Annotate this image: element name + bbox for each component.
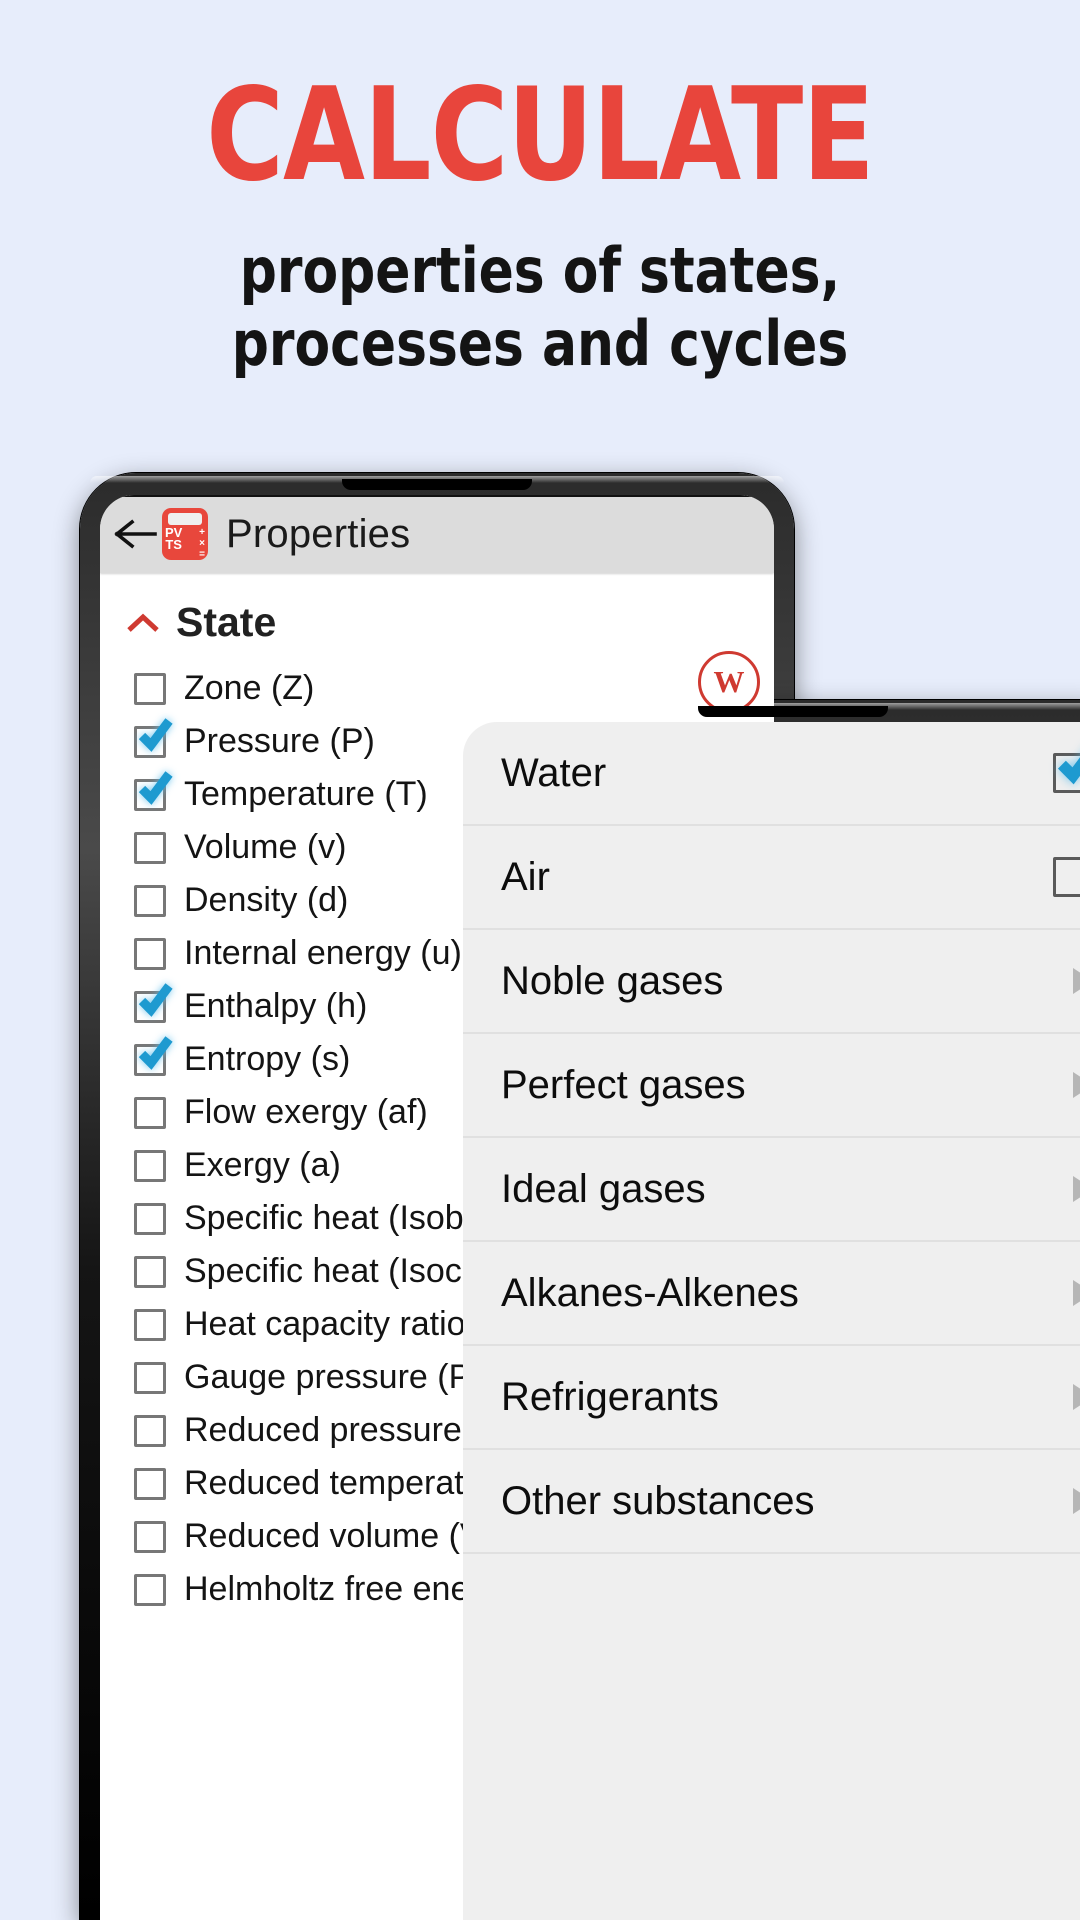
substance-checkbox[interactable] xyxy=(1053,753,1080,793)
chevron-right-icon[interactable] xyxy=(1073,1176,1080,1202)
back-arrow-icon[interactable] xyxy=(114,514,158,554)
phone-screen-substances: Water Air Noble gases Perfect gases Ideal ga… xyxy=(463,722,1080,1920)
property-label: Gauge pressure (Pm) xyxy=(184,1358,511,1396)
promo-subtitle-line1: properties of states, xyxy=(239,234,841,307)
property-checkbox[interactable] xyxy=(134,1414,166,1447)
property-label: Flow exergy (af) xyxy=(184,1093,428,1131)
calc-op-eq: = xyxy=(199,549,205,560)
substance-label: Air xyxy=(501,854,550,899)
substance-label: Alkanes-Alkenes xyxy=(501,1270,799,1315)
chevron-right-icon[interactable] xyxy=(1073,1384,1080,1410)
wikipedia-icon[interactable]: W xyxy=(698,651,760,713)
chevron-up-icon[interactable] xyxy=(126,612,160,634)
promo-header: CALCULATE properties of states, processe… xyxy=(0,0,1080,381)
phone-notch xyxy=(698,706,888,717)
substance-row[interactable]: Water xyxy=(463,722,1080,826)
chevron-right-icon[interactable] xyxy=(1073,1280,1080,1306)
chevron-right-icon[interactable] xyxy=(1073,968,1080,994)
checkmark-icon xyxy=(1057,757,1080,785)
property-checkbox[interactable] xyxy=(134,1149,166,1182)
checkmark-icon xyxy=(138,717,173,752)
chevron-right-icon[interactable] xyxy=(1073,1072,1080,1098)
property-checkbox[interactable] xyxy=(134,1096,166,1129)
property-checkbox[interactable] xyxy=(134,1573,166,1606)
checkmark-icon xyxy=(138,982,173,1017)
substance-label: Refrigerants xyxy=(501,1374,719,1419)
property-checkbox[interactable] xyxy=(134,717,178,758)
property-checkbox[interactable] xyxy=(134,672,166,705)
property-checkbox[interactable] xyxy=(134,884,166,917)
calculator-keys: PV TS + × = xyxy=(165,526,205,560)
property-checkbox[interactable] xyxy=(134,1035,178,1076)
substance-list: Water Air Noble gases Perfect gases Ideal ga… xyxy=(463,722,1080,1920)
appbar-top-rule xyxy=(100,495,774,497)
property-label: Internal energy (u) xyxy=(184,934,462,972)
calculator-ops: + × = xyxy=(199,527,205,560)
property-label: Reduced volume (Vr) xyxy=(184,1517,504,1555)
property-checkbox[interactable] xyxy=(134,982,178,1023)
section-header-state[interactable]: State xyxy=(100,573,774,662)
appbar-title: Properties xyxy=(226,511,411,556)
property-checkbox[interactable] xyxy=(134,937,166,970)
app-logo-calculator-icon: PV TS + × = xyxy=(162,508,208,560)
app-bar: PV TS + × = Properties xyxy=(100,495,774,573)
calculator-vars: PV TS xyxy=(165,526,182,560)
substance-checkbox[interactable] xyxy=(1053,857,1080,897)
property-label: Exergy (a) xyxy=(184,1146,341,1184)
section-title: State xyxy=(176,599,277,645)
property-checkbox[interactable] xyxy=(134,770,178,811)
substance-row[interactable]: Other substances xyxy=(463,1450,1080,1554)
property-label: Pressure (P) xyxy=(184,722,375,760)
property-label: Enthalpy (h) xyxy=(184,987,368,1025)
phone-mockup-front: Water Air Noble gases Perfect gases Ideal ga… xyxy=(443,700,1080,1920)
substance-label: Other substances xyxy=(501,1478,815,1523)
property-label: Density (d) xyxy=(184,881,349,919)
property-checkbox[interactable] xyxy=(134,831,166,864)
calc-op-plus: + xyxy=(199,527,205,538)
promo-subtitle: properties of states, processes and cycl… xyxy=(38,200,1042,380)
substance-label: Water xyxy=(501,750,607,795)
substance-label: Perfect gases xyxy=(501,1062,746,1107)
substance-row[interactable]: Perfect gases xyxy=(463,1034,1080,1138)
calc-row2: TS xyxy=(165,537,182,552)
property-checkbox[interactable] xyxy=(134,1361,166,1394)
property-checkbox[interactable] xyxy=(134,1467,166,1500)
phone-notch xyxy=(342,479,532,490)
substance-row[interactable]: Air xyxy=(463,826,1080,930)
substance-row[interactable]: Noble gases xyxy=(463,930,1080,1034)
promo-subtitle-line2: processes and cycles xyxy=(231,307,849,381)
property-checkbox[interactable] xyxy=(134,1308,166,1341)
page-title: CALCULATE xyxy=(206,61,875,210)
chevron-right-icon[interactable] xyxy=(1073,1488,1080,1514)
calc-op-mult: × xyxy=(199,538,205,549)
property-row[interactable]: Zone (Z) xyxy=(134,662,774,715)
property-checkbox[interactable] xyxy=(134,1255,166,1288)
property-label: Specific heat (Isobar) xyxy=(184,1199,506,1237)
property-label: Zone (Z) xyxy=(184,669,315,707)
property-checkbox[interactable] xyxy=(134,1202,166,1235)
property-label: Entropy (s) xyxy=(184,1040,351,1078)
property-label: Volume (v) xyxy=(184,828,347,866)
checkmark-icon xyxy=(138,1035,173,1070)
substance-row[interactable]: Alkanes-Alkenes xyxy=(463,1242,1080,1346)
property-checkbox[interactable] xyxy=(134,1520,166,1553)
substance-row[interactable]: Ideal gases xyxy=(463,1138,1080,1242)
substance-row[interactable]: Refrigerants xyxy=(463,1346,1080,1450)
checkmark-icon xyxy=(138,770,173,805)
property-label: Temperature (T) xyxy=(184,775,428,813)
calculator-display xyxy=(168,513,202,525)
substance-label: Ideal gases xyxy=(501,1166,706,1211)
substance-label: Noble gases xyxy=(501,958,724,1003)
